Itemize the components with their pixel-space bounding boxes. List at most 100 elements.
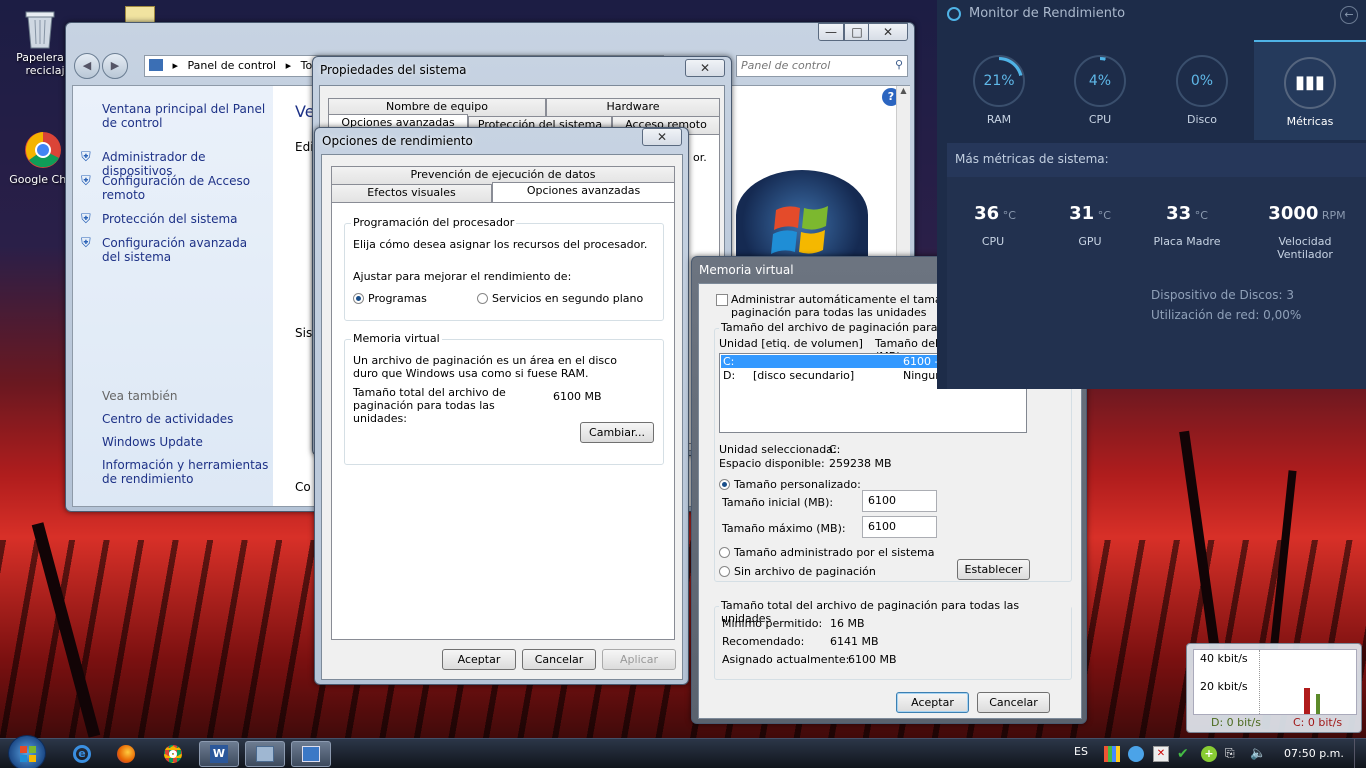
shield-icon: ⛨ bbox=[81, 212, 91, 227]
recommended-value: 6141 MB bbox=[830, 635, 879, 648]
sidebar-item-advanced-settings[interactable]: Configuración avanzada del sistema bbox=[102, 236, 262, 264]
system-icon bbox=[256, 746, 274, 762]
see-also-performance-info[interactable]: Información y herramientas de rendimient… bbox=[102, 458, 272, 486]
back-button[interactable]: ◀ bbox=[74, 53, 100, 79]
network-icon[interactable]: ⎘ bbox=[1225, 746, 1241, 762]
set-button[interactable]: Establecer bbox=[957, 559, 1030, 580]
network-meter-icon[interactable] bbox=[1104, 746, 1120, 762]
taskbar-chrome[interactable] bbox=[153, 741, 193, 767]
ram-gauge[interactable]: 21% bbox=[973, 55, 1025, 107]
taskbar-word[interactable]: W bbox=[199, 741, 239, 767]
temp-label: CPU bbox=[981, 235, 1005, 248]
gauges-row: 21% RAM 4% CPU 0% Disco bbox=[937, 40, 1253, 140]
section-heading: Edi bbox=[295, 140, 314, 154]
close-button[interactable]: ✕ bbox=[868, 23, 908, 41]
internet-explorer-icon: e bbox=[73, 745, 91, 763]
initial-size-input[interactable]: 6100 bbox=[862, 490, 937, 512]
radio-programs[interactable]: Programas bbox=[353, 292, 427, 305]
radio-unselected bbox=[719, 547, 730, 558]
radio-background-services[interactable]: Servicios en segundo plano bbox=[477, 292, 643, 305]
search-icon[interactable]: ⚲ bbox=[895, 58, 903, 71]
nav-buttons: ◀ ▶ bbox=[74, 53, 132, 79]
taskbar-system-window[interactable] bbox=[245, 741, 285, 767]
collapse-icon[interactable]: ← bbox=[1340, 6, 1358, 24]
tray-globe-icon[interactable] bbox=[1128, 746, 1144, 762]
ok-button[interactable]: Aceptar bbox=[442, 649, 516, 670]
tab-hardware[interactable]: Hardware bbox=[546, 98, 720, 116]
metrics-tab[interactable]: ▮▮▮ Métricas bbox=[1254, 40, 1366, 140]
tab-advanced-options[interactable]: Opciones avanzadas bbox=[492, 182, 675, 202]
language-indicator[interactable]: ES bbox=[1074, 745, 1088, 758]
sidebar-home-link[interactable]: Ventana principal del Panel de control bbox=[102, 102, 267, 130]
selected-drive-label: Unidad seleccionada: bbox=[719, 443, 837, 456]
upload-rate: C: 0 bit/s bbox=[1293, 716, 1343, 729]
forward-button[interactable]: ▶ bbox=[102, 53, 128, 79]
checkbox-unchecked bbox=[716, 294, 728, 306]
section-heading: Co bbox=[295, 480, 311, 494]
selected-drive-value: C: bbox=[829, 443, 841, 456]
taskbar: e W ES ✕ ✔ + ⎘ 🔈 07:50 p.m. bbox=[0, 735, 1366, 768]
fan-speed: 3000 RPM bbox=[1268, 203, 1346, 224]
chrome-icon bbox=[164, 745, 182, 763]
min-allowed-value: 16 MB bbox=[830, 617, 865, 630]
network-meter-widget[interactable]: 40 kbit/s 20 kbit/s D: 0 bit/s C: 0 bit/… bbox=[1186, 643, 1362, 733]
tab-visual-effects[interactable]: Efectos visuales bbox=[331, 184, 492, 202]
see-also-heading: Vea también bbox=[102, 389, 178, 403]
volume-icon[interactable]: 🔈 bbox=[1250, 746, 1266, 762]
see-also-action-center[interactable]: Centro de actividades bbox=[102, 412, 233, 426]
radio-system-managed[interactable]: Tamaño administrado por el sistema bbox=[719, 546, 934, 559]
download-rate: D: 0 bit/s bbox=[1211, 716, 1261, 729]
disk-gauge[interactable]: 0% bbox=[1176, 55, 1228, 107]
min-allowed-label: Mínimo permitido: bbox=[722, 617, 823, 630]
max-size-label: Tamaño máximo (MB): bbox=[722, 522, 846, 535]
vm-total-value: 6100 MB bbox=[553, 390, 602, 403]
taskbar-control-panel[interactable] bbox=[291, 741, 331, 767]
see-also-windows-update[interactable]: Windows Update bbox=[102, 435, 203, 449]
panel-title: Monitor de Rendimiento bbox=[969, 6, 1126, 21]
sidebar-item-system-protection[interactable]: Protección del sistema bbox=[102, 212, 238, 226]
free-space-label: Espacio disponible: bbox=[719, 457, 825, 470]
group-label: Programación del procesador bbox=[351, 216, 517, 229]
graph-bar-down bbox=[1316, 694, 1320, 714]
disk-devices-text: Dispositivo de Discos: 3 bbox=[1151, 288, 1294, 302]
taskbar-ie[interactable]: e bbox=[62, 741, 102, 767]
disk-label: Disco bbox=[1186, 113, 1218, 126]
ok-button[interactable]: Aceptar bbox=[896, 692, 969, 713]
close-button[interactable]: ✕ bbox=[685, 59, 725, 77]
radio-selected bbox=[719, 479, 730, 490]
apply-button[interactable]: Aplicar bbox=[602, 649, 676, 670]
cancel-button[interactable]: Cancelar bbox=[522, 649, 596, 670]
minimize-button[interactable]: — bbox=[818, 23, 844, 41]
more-metrics-label: Más métricas de sistema: bbox=[955, 152, 1109, 166]
monitor-icon bbox=[302, 746, 320, 762]
action-center-icon[interactable]: ✕ bbox=[1153, 746, 1169, 762]
radio-custom-size[interactable]: Tamaño personalizado: bbox=[719, 478, 861, 491]
show-desktop-button[interactable] bbox=[1354, 739, 1366, 768]
taskbar-firefox[interactable] bbox=[106, 741, 146, 767]
window-title: Propiedades del sistema bbox=[320, 63, 467, 77]
max-size-input[interactable]: 6100 bbox=[862, 516, 937, 538]
radio-unselected bbox=[477, 293, 488, 304]
tab-panel: Programación del procesador Elija cómo d… bbox=[331, 202, 675, 640]
start-button[interactable] bbox=[8, 735, 46, 768]
tray-plus-icon[interactable]: + bbox=[1201, 746, 1217, 762]
adjust-label: Ajustar para mejorar el rendimiento de: bbox=[353, 270, 572, 283]
current-allocated-label: Asignado actualmente: bbox=[722, 653, 850, 666]
clock[interactable]: 07:50 p.m. bbox=[1284, 747, 1344, 760]
breadcrumb-item[interactable]: Panel de control bbox=[188, 59, 277, 72]
change-button[interactable]: Cambiar... bbox=[580, 422, 654, 443]
windows-logo bbox=[736, 170, 868, 260]
control-panel-icon bbox=[149, 59, 163, 71]
cpu-label: CPU bbox=[1088, 113, 1112, 126]
safely-remove-icon[interactable]: ✔ bbox=[1177, 746, 1193, 762]
maximize-button[interactable]: □ bbox=[844, 23, 870, 41]
cpu-gauge[interactable]: 4% bbox=[1074, 55, 1126, 107]
auto-manage-checkbox[interactable] bbox=[716, 294, 728, 307]
cancel-button[interactable]: Cancelar bbox=[977, 692, 1050, 713]
sidebar-item-remote-access[interactable]: Configuración de Acceso remoto bbox=[102, 174, 252, 202]
temp-label: GPU bbox=[1078, 235, 1102, 248]
shield-icon: ⛨ bbox=[81, 174, 91, 189]
radio-no-paging[interactable]: Sin archivo de paginación bbox=[719, 565, 876, 578]
search-input[interactable]: Panel de control ⚲ bbox=[736, 55, 908, 77]
close-button[interactable]: ✕ bbox=[642, 128, 682, 146]
